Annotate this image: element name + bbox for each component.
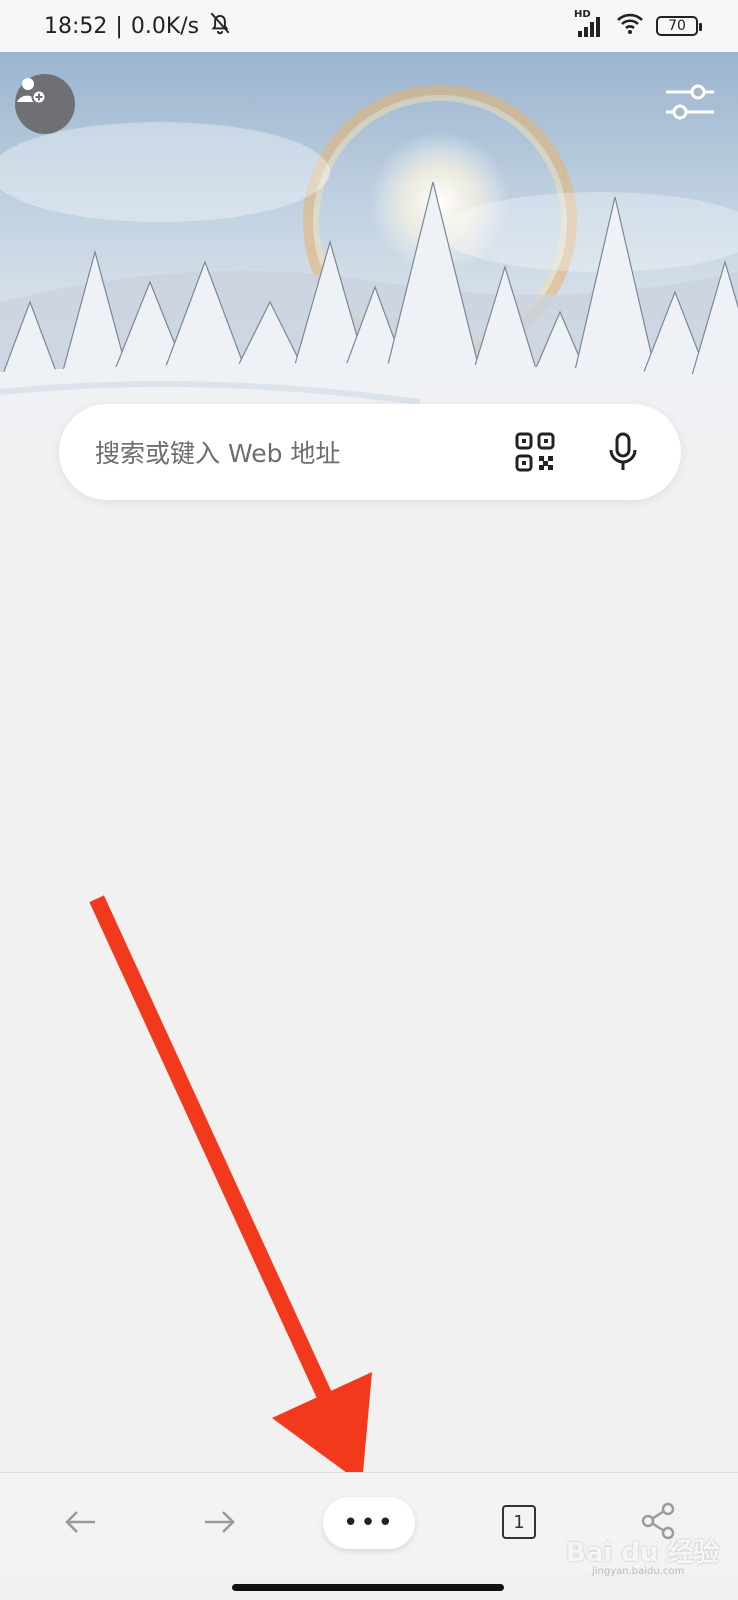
arrow-right-icon — [205, 1511, 235, 1533]
wallpaper-image — [0, 52, 738, 462]
watermark: Bai du 经验 — [566, 1538, 720, 1568]
wifi-icon — [616, 11, 644, 41]
more-menu-button[interactable]: ••• — [323, 1497, 415, 1549]
qr-scan-icon — [515, 432, 555, 472]
add-profile-icon — [17, 78, 47, 105]
microphone-icon — [609, 432, 637, 470]
customize-button[interactable] — [664, 80, 720, 128]
voice-search-button[interactable] — [601, 430, 645, 474]
sliders-icon — [666, 84, 714, 120]
watermark-url: jingyan.baidu.com — [592, 1566, 685, 1577]
tab-count: 1 — [502, 1505, 536, 1539]
network-speed: 0.0K/s — [130, 13, 200, 39]
snow-forest-picture — [0, 85, 738, 462]
tabs-button[interactable]: 1 — [496, 1499, 542, 1545]
arrow-left-icon — [65, 1511, 95, 1533]
status-time: 18:52 — [44, 13, 108, 39]
add-profile-button[interactable] — [15, 74, 75, 134]
back-button[interactable] — [56, 1497, 106, 1547]
bell-off-icon — [207, 10, 233, 42]
search-input[interactable]: 搜索或键入 Web 地址 — [95, 434, 513, 470]
qr-scan-button[interactable] — [513, 430, 557, 474]
more-icon: ••• — [342, 1508, 395, 1538]
forward-button[interactable] — [194, 1497, 244, 1547]
signal-icon: HD — [574, 9, 604, 39]
battery-level: 70 — [668, 18, 686, 34]
status-separator: | — [115, 13, 123, 39]
browser-home-page: 18:52 | 0.0K/s HD 70 搜索或键入 Web 地址 ••• 1 … — [0, 0, 738, 1600]
search-bar[interactable]: 搜索或键入 Web 地址 — [59, 404, 681, 500]
status-bar: 18:52 | 0.0K/s HD 70 — [0, 0, 738, 52]
battery-icon: 70 — [656, 16, 702, 36]
home-indicator[interactable] — [232, 1584, 504, 1591]
